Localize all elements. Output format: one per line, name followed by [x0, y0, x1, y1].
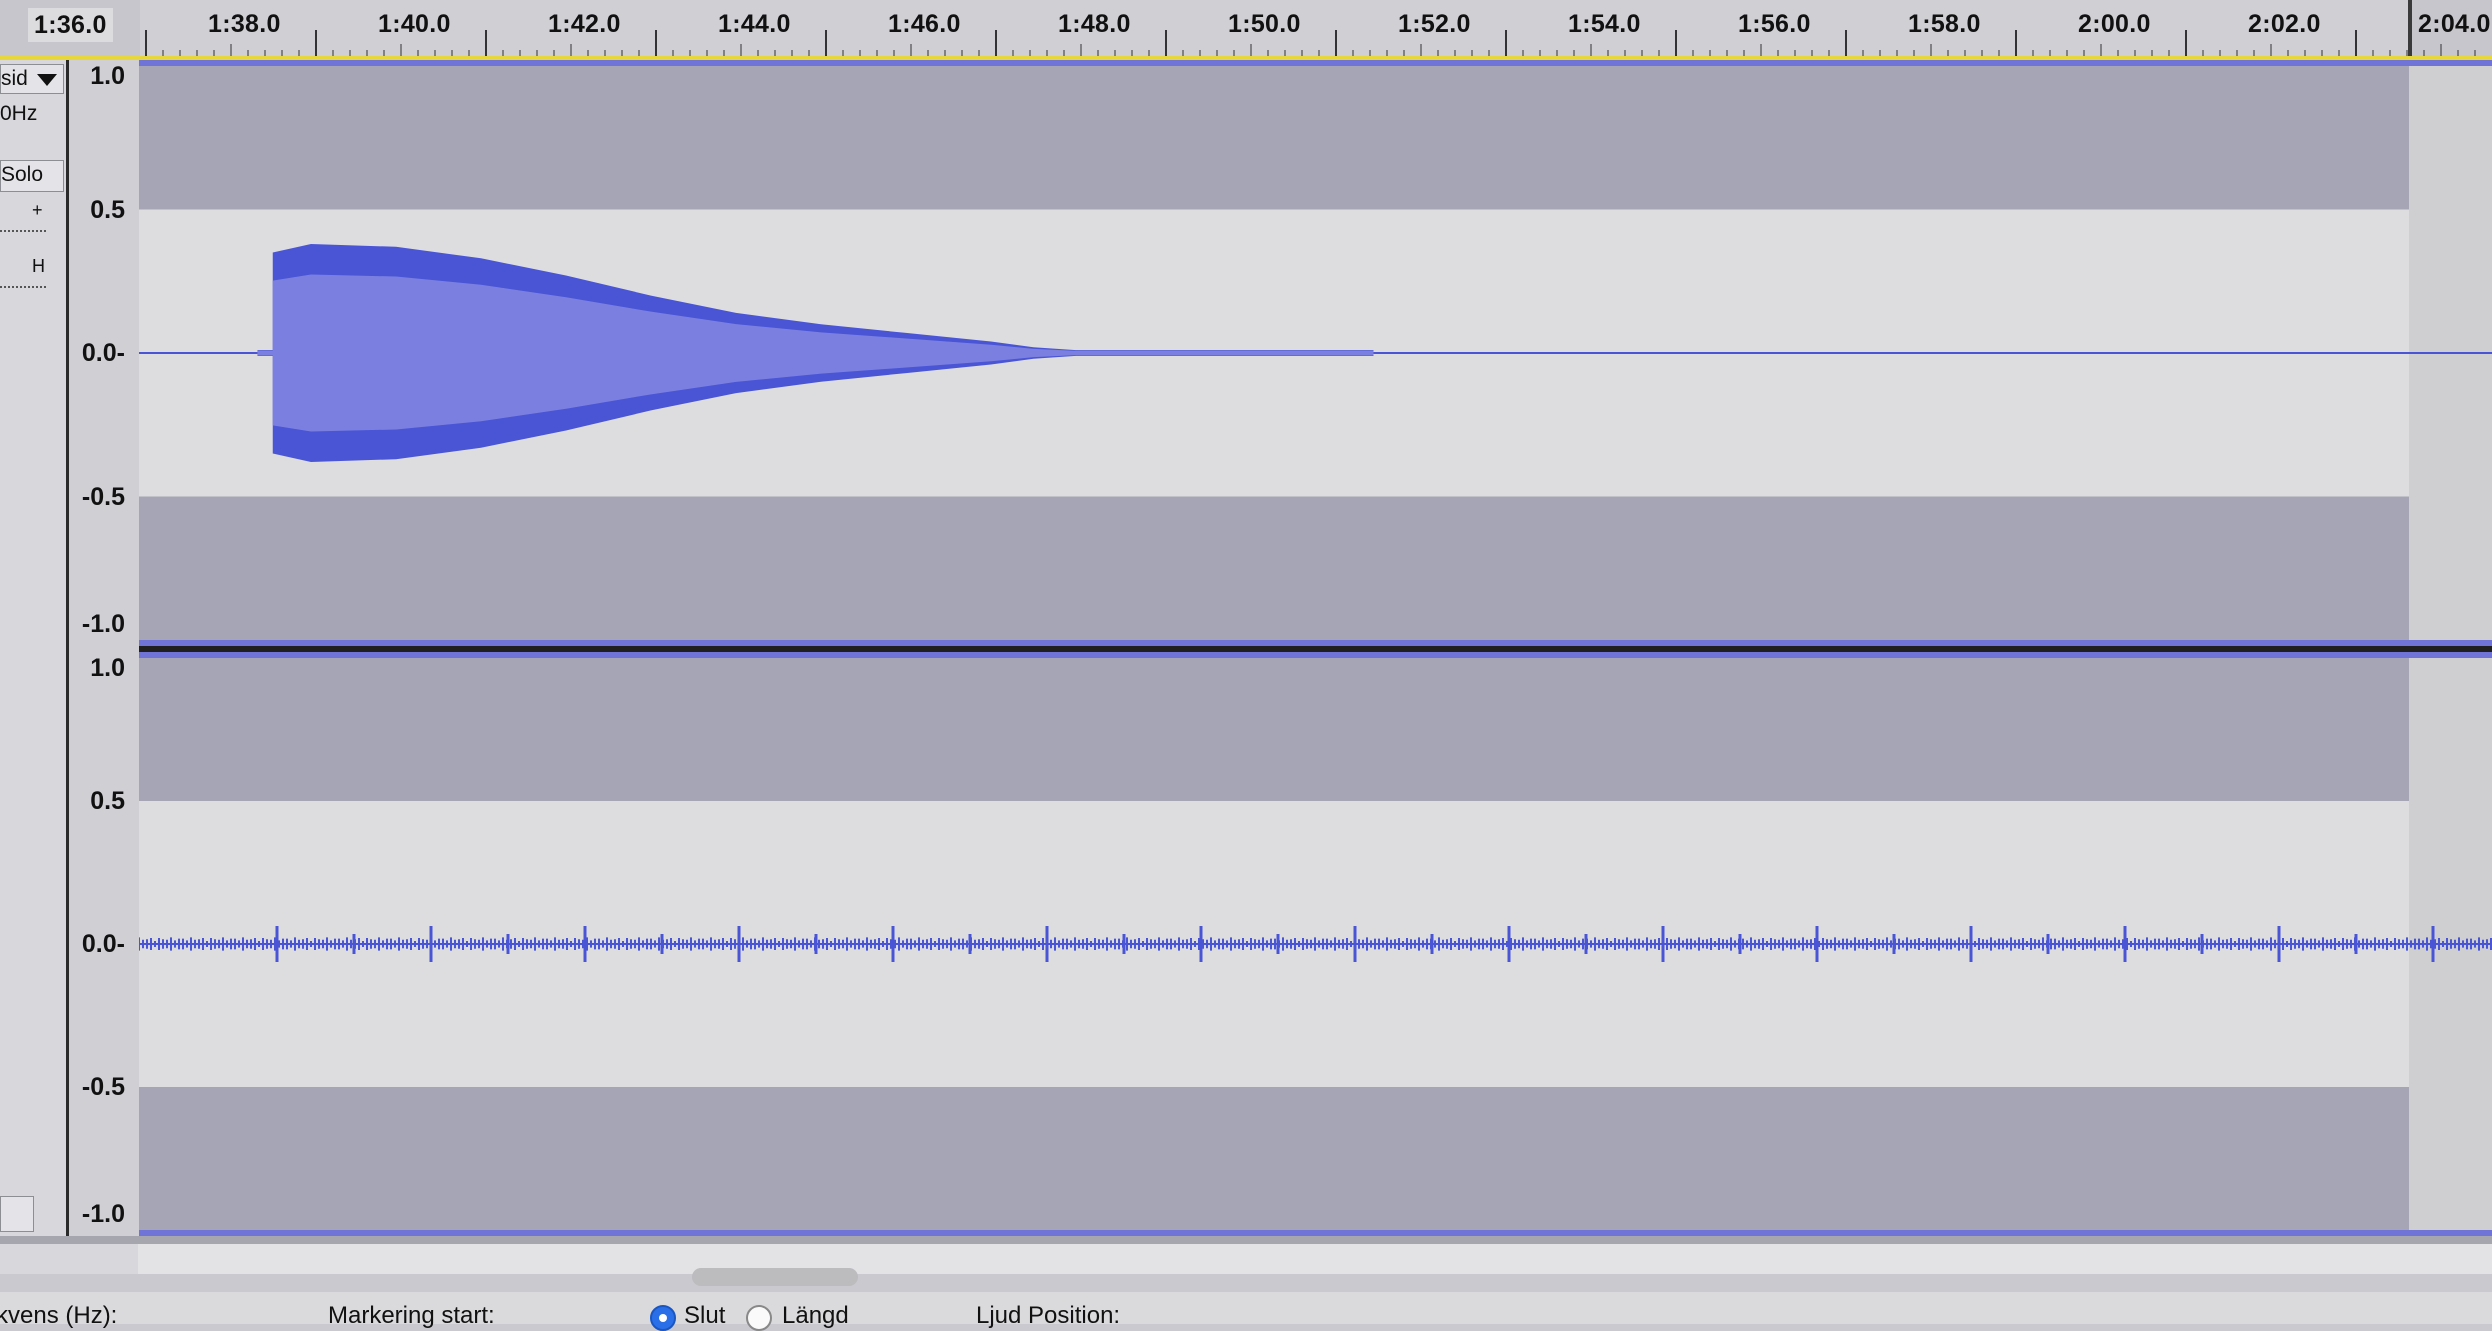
- ruler-label: 1:56.0: [1738, 10, 1811, 38]
- ruler-label: 1:54.0: [1568, 10, 1641, 38]
- ruler-label: 1:38.0: [208, 10, 281, 38]
- ruler-label: 1:44.0: [718, 10, 791, 38]
- selection-toolbar: kvens (Hz): Markering start: Slut Längd …: [0, 1292, 2492, 1331]
- end-radio[interactable]: [650, 1305, 676, 1331]
- ruler-label: 1:50.0: [1228, 10, 1301, 38]
- solo-button[interactable]: Solo: [0, 160, 64, 192]
- track-collapse-box[interactable]: [0, 1196, 34, 1232]
- gain-plus-label: +: [32, 200, 43, 220]
- pan-right-label: H: [32, 256, 45, 276]
- right-channel-waveform: [139, 658, 2492, 1230]
- horizontal-scrollbar-thumb[interactable]: [692, 1268, 858, 1286]
- ruler-label: 1:48.0: [1058, 10, 1131, 38]
- scale-label: -0.5: [81, 1073, 125, 1101]
- project-rate-label: kvens (Hz):: [0, 1302, 118, 1329]
- ruler-end-marker: [2408, 0, 2412, 58]
- horizontal-scrollbar[interactable]: [0, 1244, 2492, 1274]
- scale-label: 1.0: [90, 654, 125, 682]
- scale-label: 0.5: [90, 195, 125, 224]
- chevron-down-icon: [37, 74, 57, 86]
- track-name-menu[interactable]: sid: [0, 64, 64, 94]
- right-channel[interactable]: [139, 658, 2492, 1230]
- ruler-label: 1:42.0: [548, 10, 621, 38]
- scale-label: -1.0: [81, 610, 125, 638]
- scale-label: -0.5: [81, 482, 125, 511]
- track-name-label: sid: [1, 67, 28, 90]
- divider-edge-top: [139, 640, 2492, 646]
- right-noise: [139, 937, 2492, 951]
- scale-label: 1.0: [90, 62, 125, 90]
- ruler-label: 1:46.0: [888, 10, 961, 38]
- ruler-label: 2:02.0: [2248, 10, 2321, 38]
- waveform-area[interactable]: [139, 60, 2492, 1236]
- ruler-label: 1:52.0: [1398, 10, 1471, 38]
- track-rate: 0Hz: [0, 102, 38, 125]
- left-channel-waveform: [139, 66, 2492, 640]
- end-radio-label: Slut: [684, 1302, 726, 1329]
- scale-label: -1.0: [81, 1200, 125, 1228]
- pan-slider[interactable]: [0, 286, 46, 288]
- ruler-label: 2:00.0: [2078, 10, 2151, 38]
- length-radio-label: Längd: [782, 1302, 849, 1329]
- ruler-current-position: 1:36.0: [28, 8, 113, 42]
- scale-label: 0.0-: [81, 930, 125, 958]
- left-channel[interactable]: [139, 66, 2492, 640]
- audio-position-label: Ljud Position:: [976, 1302, 1121, 1329]
- length-radio[interactable]: [746, 1305, 772, 1331]
- track-control-panel: sid 0Hz Solo + H: [0, 60, 69, 1236]
- gain-slider[interactable]: [0, 230, 46, 232]
- amplitude-scale[interactable]: 1.0 0.5 0.0- -0.5 -1.0 1.0 0.5 0.0- -0.5 -1.0: [69, 60, 139, 1236]
- scale-label: 0.0-: [81, 339, 125, 367]
- ruler-label: 1:40.0: [378, 10, 451, 38]
- track-area-bottom-bar: [0, 1236, 2492, 1244]
- selection-start-label: Markering start:: [328, 1302, 495, 1329]
- ruler-label: 1:58.0: [1908, 10, 1981, 38]
- timeline-ruler[interactable]: 1:36.0 1:38.0 1:40.0 1:42.0 1:44.0 1:46.0 1:4…: [0, 0, 2492, 61]
- channel-divider: [139, 640, 2492, 658]
- scrollbar-left-spacer: [0, 1244, 138, 1274]
- ruler-label: 2:04.0: [2418, 10, 2491, 38]
- scale-label: 0.5: [90, 787, 125, 815]
